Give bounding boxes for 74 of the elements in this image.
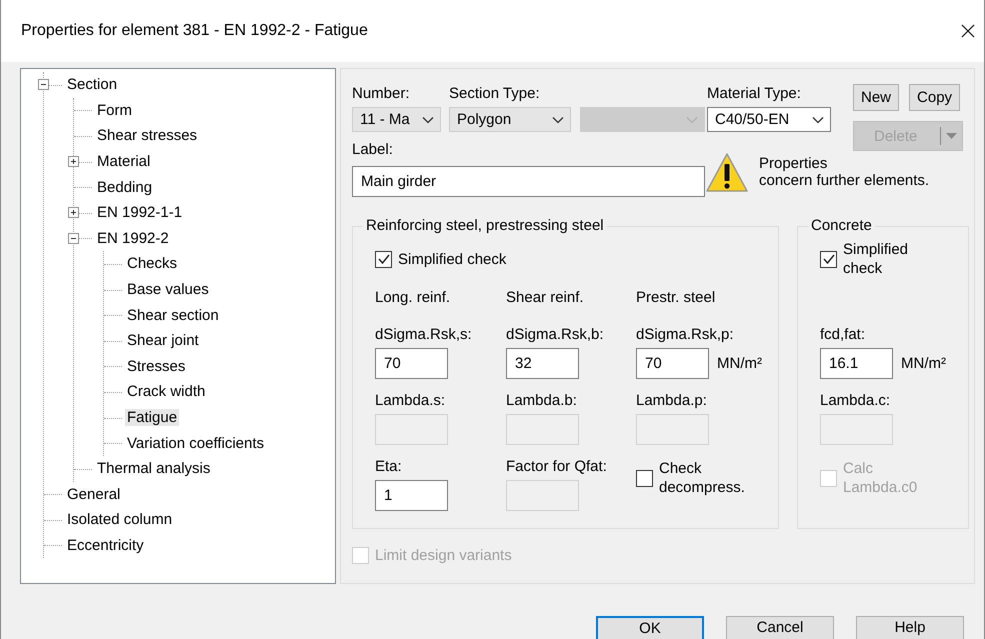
dropdown[interactable]: Polygon — [449, 107, 571, 132]
field-label: Lambda.p: — [636, 391, 708, 411]
tree-item[interactable]: Thermal analysis — [95, 460, 212, 478]
tree-item[interactable]: Shear stresses — [95, 127, 200, 144]
tree-item[interactable]: EN 1992-2 — [95, 230, 171, 247]
unit-label: MN/m² — [717, 355, 762, 372]
tree-item[interactable]: Isolated column — [65, 511, 174, 528]
tree-item[interactable]: Bedding — [95, 178, 154, 196]
tree-item[interactable]: EN 1992-1-1 — [95, 204, 184, 222]
dropdown[interactable]: C40/50-EN — [707, 107, 831, 132]
tree-item[interactable]: Fatigue — [125, 409, 180, 426]
checkbox-label: Check decompress. — [659, 459, 746, 497]
collapse-icon[interactable] — [68, 232, 79, 244]
input-field[interactable]: 32 — [506, 348, 579, 379]
field-label: Number: — [352, 84, 411, 104]
field-label: Factor for Qfat: — [506, 457, 608, 477]
tree-item[interactable]: Shear joint — [125, 332, 201, 350]
group-title: Concrete — [810, 217, 873, 235]
tree-item[interactable]: Crack width — [125, 383, 208, 400]
tree-item[interactable]: Shear section — [125, 306, 221, 324]
chevron-icon — [422, 116, 434, 124]
warning-text: Properties concern further elements. — [759, 154, 930, 189]
chevron-icon — [812, 116, 824, 124]
dialog-button[interactable]: Help — [856, 616, 964, 639]
checkbox-label: Simplified check — [398, 250, 506, 268]
close-icon[interactable] — [960, 23, 976, 39]
checkbox-label: Limit design variants — [375, 546, 512, 565]
warning-icon — [705, 151, 749, 195]
field-label: dSigma.Rsk,p: — [636, 325, 735, 345]
tree-item[interactable]: Material — [95, 153, 152, 170]
field-label: Section Type: — [449, 84, 541, 104]
tree-item[interactable]: Checks — [125, 255, 180, 272]
collapse-icon[interactable] — [38, 79, 49, 90]
field-label: dSigma.Rsk,b: — [506, 325, 605, 345]
input-field[interactable]: 16.1 — [820, 348, 893, 379]
checkbox-label: Calc Lambda.c0 — [843, 459, 918, 497]
tree-item[interactable]: Form — [95, 102, 134, 119]
field-label: Lambda.s: — [375, 391, 446, 411]
column-heading: Shear reinf. — [506, 288, 585, 308]
tree-item[interactable]: Variation coefficients — [125, 434, 266, 452]
field-label: Label: — [352, 140, 394, 160]
window-title: Properties for element 381 - EN 1992-2 - Fatigue — [21, 22, 368, 40]
checkbox[interactable] — [375, 250, 392, 268]
dialog-button[interactable]: Cancel — [726, 616, 834, 639]
field-label: Eta: — [375, 457, 403, 477]
tree-item[interactable]: Section — [65, 76, 120, 94]
field-label: dSigma.Rsk,s: — [375, 325, 473, 345]
column-heading: Long. reinf. — [375, 288, 452, 308]
field-label: Lambda.c: — [820, 391, 892, 411]
tree-item[interactable]: Base values — [125, 281, 211, 298]
chevron-icon — [686, 116, 698, 124]
toolbar-button[interactable]: Copy — [909, 84, 960, 111]
expand-icon[interactable] — [68, 206, 79, 218]
tree-item[interactable]: Eccentricity — [65, 536, 146, 554]
checkbox[interactable] — [636, 470, 653, 486]
tree-item[interactable]: General — [65, 486, 122, 503]
input-field[interactable]: 1 — [375, 480, 448, 511]
tree-item[interactable]: Stresses — [125, 358, 188, 375]
checkbox[interactable] — [820, 250, 837, 268]
field-label: Material Type: — [707, 84, 802, 104]
expand-icon[interactable] — [68, 156, 79, 167]
field-label: Lambda.b: — [506, 391, 578, 411]
chevron-icon — [552, 116, 564, 124]
dialog-button[interactable]: OK — [596, 616, 704, 639]
input-field[interactable]: 70 — [375, 348, 448, 379]
field-label: fcd,fat: — [820, 325, 866, 345]
dropdown[interactable]: 11 - Ma — [352, 107, 441, 132]
column-heading: Prestr. steel — [636, 288, 716, 308]
toolbar-button[interactable]: New — [853, 84, 900, 111]
input-field[interactable]: Main girder — [352, 166, 705, 197]
input-field[interactable]: 70 — [636, 348, 709, 379]
checkbox-label: Simplified check — [843, 240, 910, 278]
group-title: Reinforcing steel, prestressing steel — [365, 217, 605, 235]
unit-label: MN/m² — [901, 355, 946, 372]
